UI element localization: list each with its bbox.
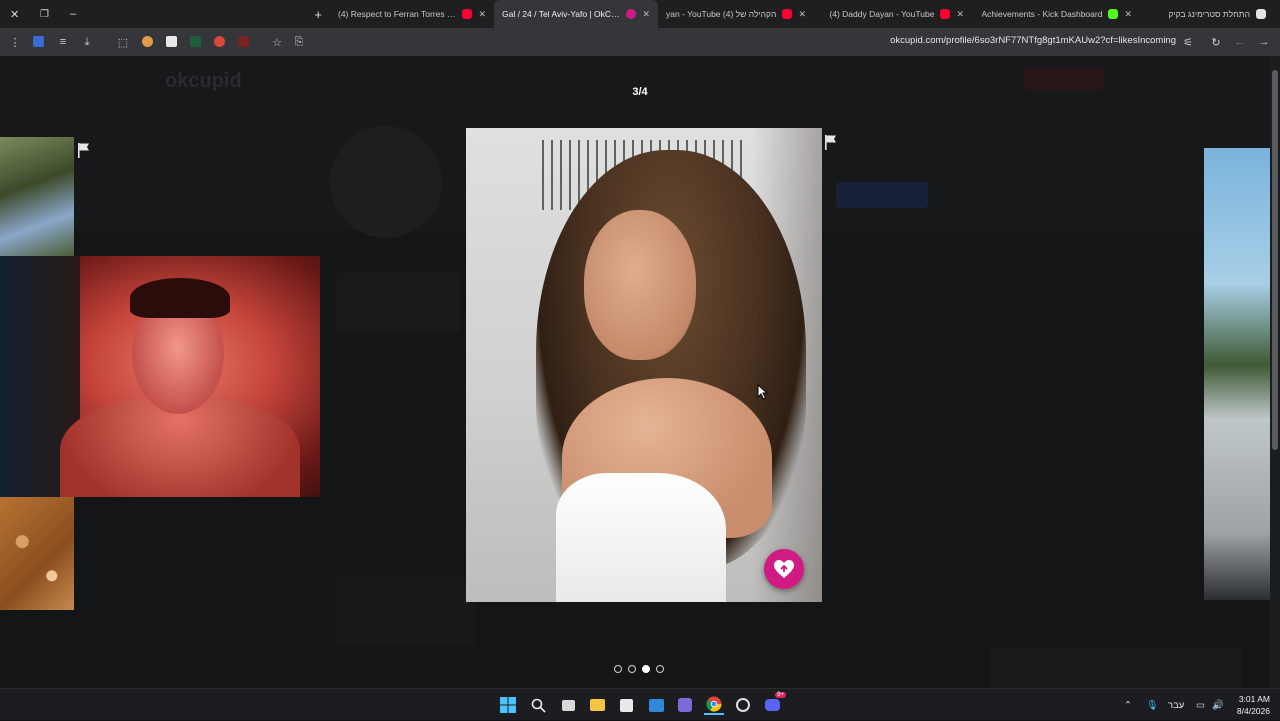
share-icon[interactable]: ⎘ — [292, 35, 306, 49]
pagination-dot[interactable] — [614, 665, 622, 673]
tab-kick-achievements[interactable]: ✕ Achievements - Kick Dashboard — [972, 0, 1140, 28]
photo-subject-dress — [556, 473, 726, 602]
photo-thumbnail-left[interactable] — [0, 137, 74, 257]
bookmark-star-icon[interactable]: ☆ — [270, 35, 284, 49]
report-flag-icon[interactable] — [77, 142, 91, 158]
tab-label: (4) Respect to Ferran Torres ❤️ — [338, 8, 457, 19]
page-scrollbar[interactable] — [1270, 56, 1280, 688]
youtube-icon — [782, 9, 793, 19]
notification-badge: 9+ — [775, 692, 786, 698]
close-tab-icon[interactable]: ✕ — [642, 9, 650, 20]
close-window-icon[interactable]: ✕ — [10, 0, 19, 28]
close-tab-icon[interactable]: ✕ — [478, 9, 486, 20]
report-flag-icon[interactable] — [824, 134, 838, 150]
youtube-icon — [462, 9, 473, 19]
photo-thumbnail-left-bottom[interactable] — [0, 496, 74, 610]
picture-in-picture-video[interactable] — [0, 256, 320, 497]
video-subject-hair — [130, 278, 230, 318]
close-tab-icon[interactable]: ✕ — [956, 9, 964, 20]
menu-dots-icon[interactable]: ⋮ — [8, 35, 22, 49]
microphone-icon[interactable]: 🎙 — [1146, 689, 1158, 721]
restore-window-icon[interactable]: ❐ — [40, 0, 49, 28]
extension-icon[interactable] — [166, 36, 177, 47]
tab-strip: התחלת סטרימינג בקיק ✕ Achievements - Kic… — [0, 0, 1280, 28]
task-view-icon[interactable] — [558, 695, 578, 715]
kick-icon — [1108, 9, 1119, 19]
tab-okcupid[interactable]: ✕ Gal / 24 / Tel Aviv-Yafo | OkCupid — [494, 0, 658, 28]
windows-start-icon[interactable] — [498, 695, 518, 715]
extension-icon[interactable] — [238, 36, 249, 47]
close-tab-icon[interactable]: ✕ — [1124, 9, 1132, 20]
okcupid-icon — [626, 9, 637, 19]
profile-avatar — [330, 126, 442, 238]
scrollbar-thumb[interactable] — [1272, 70, 1278, 450]
message-button — [836, 182, 928, 208]
forward-icon[interactable]: → — [1257, 35, 1271, 49]
discord-icon[interactable]: 9+ — [762, 692, 786, 715]
address-bar[interactable]: okcupid.com/profile/6so3rNF77NTfg8gt1mKA… — [890, 35, 1176, 46]
show-hidden-icons[interactable]: ⌃ — [1124, 689, 1132, 721]
matches-card — [336, 576, 476, 646]
mouse-cursor-icon — [757, 384, 769, 400]
pagination-dot[interactable] — [656, 665, 664, 673]
tab-youtube-respect[interactable]: ✕ (4) Respect to Ferran Torres ❤️ — [330, 0, 494, 28]
search-icon[interactable] — [528, 695, 548, 715]
photo-counter: 3/4 — [632, 86, 648, 98]
extension-icon[interactable] — [190, 36, 201, 47]
tab-label: Achievements - Kick Dashboard — [981, 9, 1103, 19]
tab-kick-streaming[interactable]: התחלת סטרימינג בקיק — [1140, 0, 1274, 28]
extension-icon[interactable] — [214, 36, 225, 47]
browser-toolbar: ⋮ ≡ ⤓ ⬚ ☆ ⎘ okcupid.com/profile/6so3rNF7… — [0, 28, 1280, 56]
tab-youtube-community[interactable]: ✕ yan - YouTube (4) הקהילה של — [658, 0, 814, 28]
okcupid-photo-viewer: okcupid 3/4 — [0, 56, 1280, 688]
like-button-bg — [1024, 68, 1104, 90]
tab-search-icon[interactable]: ≡ — [56, 35, 70, 49]
tab-label: yan - YouTube (4) הקהילה של — [666, 9, 777, 19]
minimize-window-icon[interactable]: – — [70, 0, 76, 28]
extension-icon[interactable] — [33, 36, 44, 47]
microsoft-store-icon[interactable] — [616, 695, 636, 715]
reload-icon[interactable]: ↻ — [1209, 35, 1223, 49]
chat-panel — [990, 648, 1242, 688]
tab-label: התחלת סטרימינג בקיק — [1168, 9, 1250, 19]
recording-app-icon[interactable] — [733, 695, 753, 715]
kick-icon — [1256, 9, 1266, 19]
site-settings-icon[interactable]: ⚟ — [1181, 35, 1195, 49]
photo-thumbnail-right[interactable] — [1204, 148, 1270, 600]
clock-time: 3:01 AM — [1238, 694, 1270, 704]
file-explorer-icon[interactable] — [587, 695, 607, 715]
tab-youtube-daddy-dayan[interactable]: ✕ (4) Daddy Dayan - YouTube — [814, 0, 972, 28]
close-tab-icon[interactable]: ✕ — [798, 9, 806, 20]
extension-icon[interactable] — [142, 36, 153, 47]
tab-label: (4) Daddy Dayan - YouTube — [829, 9, 935, 19]
back-icon[interactable]: ← — [1233, 35, 1247, 49]
windows-taskbar: 9+ ⌃ 🎙 עבר ▭ 🔊 3:01 AM 8/4/2026 — [0, 688, 1280, 720]
language-indicator[interactable]: עבר — [1168, 689, 1184, 721]
network-icon[interactable]: ▭ — [1196, 689, 1205, 721]
bio-card — [336, 272, 460, 332]
tab-label: Gal / 24 / Tel Aviv-Yafo | OkCupid — [502, 9, 621, 19]
heart-icon — [774, 560, 794, 578]
teams-icon[interactable] — [675, 695, 695, 715]
photo-subject-face — [584, 210, 696, 360]
youtube-icon — [940, 9, 951, 19]
profile-photo[interactable] — [466, 128, 822, 602]
extensions-puzzle-icon[interactable]: ⬚ — [116, 35, 130, 49]
new-tab-button[interactable]: + — [306, 0, 330, 28]
pagination-dot-active[interactable] — [642, 665, 650, 673]
photos-icon[interactable] — [646, 695, 666, 715]
okcupid-logo: okcupid — [165, 70, 242, 92]
clock-date: 8/4/2026 — [1236, 706, 1270, 716]
photo-pagination — [614, 665, 664, 673]
system-clock[interactable]: 3:01 AM 8/4/2026 — [1237, 693, 1270, 717]
pagination-dot[interactable] — [628, 665, 636, 673]
like-photo-button[interactable] — [764, 549, 804, 589]
chrome-icon[interactable] — [704, 695, 724, 715]
download-icon[interactable]: ⤓ — [80, 35, 94, 49]
volume-icon[interactable]: 🔊 — [1212, 689, 1224, 721]
